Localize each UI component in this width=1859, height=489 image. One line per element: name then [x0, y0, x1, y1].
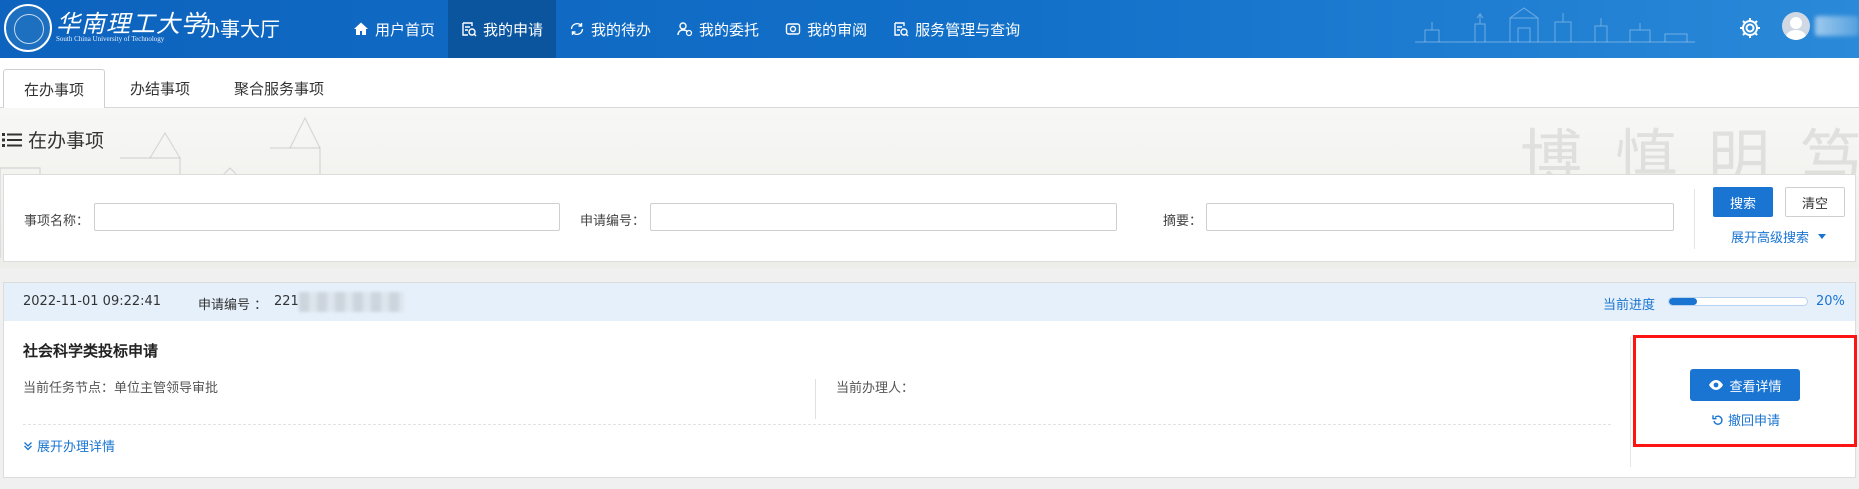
- action-divider: [1630, 337, 1631, 467]
- expand-details-toggle[interactable]: 展开办理详情: [23, 436, 115, 455]
- view-details-button[interactable]: 查看详情: [1690, 369, 1800, 401]
- nav-label: 我的审阅: [807, 20, 868, 39]
- application-number-label: 申请编号：: [580, 214, 646, 229]
- caret-down-icon: [1818, 234, 1827, 239]
- home-icon: [354, 22, 368, 35]
- undo-icon: [1712, 414, 1723, 425]
- progress-percent: 20%: [1816, 294, 1845, 309]
- review-icon: [785, 23, 801, 35]
- nav-label: 我的委托: [699, 20, 760, 39]
- current-handler: 当前办理人：: [836, 381, 915, 396]
- todo-icon: [570, 22, 584, 36]
- application-number-input[interactable]: [650, 203, 1117, 231]
- search-button[interactable]: 搜索: [1713, 187, 1773, 217]
- nav-item-my-delegations[interactable]: 我的委托: [664, 0, 772, 58]
- application-datetime: 2022-11-01 09:22:41: [23, 294, 162, 309]
- search-divider: [1694, 189, 1695, 249]
- user-avatar-icon[interactable]: [1782, 12, 1810, 40]
- progress-bar: [1668, 297, 1808, 306]
- nav-label: 我的申请: [483, 20, 544, 39]
- top-header: 华南理工大学 South China University of Technol…: [0, 0, 1859, 58]
- withdraw-application-link[interactable]: 撤回申请: [1712, 410, 1780, 429]
- current-task-node: 当前任务节点：单位主管领导审批: [23, 381, 219, 396]
- application-number-value: 221: [274, 294, 299, 309]
- item-name-label: 事项名称：: [24, 214, 90, 229]
- application-title: 社会科学类投标申请: [23, 342, 159, 360]
- nav-item-my-todo[interactable]: 我的待办: [556, 0, 664, 58]
- double-chevron-down-icon: [24, 441, 32, 450]
- section-title: 在办事项: [2, 126, 104, 153]
- gear-icon[interactable]: [1738, 16, 1762, 40]
- application-icon: [462, 22, 477, 37]
- list-icon: [2, 132, 22, 147]
- main-nav: 用户首页 我的申请 我的待办 我的委托 我的审阅 服务管理与查询: [340, 0, 1033, 58]
- portal-title: 办事大厅: [200, 17, 280, 41]
- university-english-name: South China University of Technology: [56, 35, 165, 43]
- item-name-input[interactable]: [94, 203, 560, 231]
- application-number-label: 申请编号 ：: [198, 298, 268, 313]
- university-seal-logo: [4, 4, 52, 52]
- clear-button[interactable]: 清空: [1785, 187, 1845, 217]
- title-separator: ·: [184, 10, 191, 35]
- nav-label: 我的待办: [591, 20, 652, 39]
- application-card: 2022-11-01 09:22:41 申请编号 ： 221 当前进度 20% …: [3, 282, 1856, 478]
- nav-item-my-reviews[interactable]: 我的审阅: [772, 0, 880, 58]
- expand-details-label: 展开办理详情: [37, 440, 116, 455]
- summary-input[interactable]: [1206, 203, 1674, 231]
- delegate-icon: [677, 22, 693, 37]
- nav-item-my-applications[interactable]: 我的申请: [448, 0, 557, 58]
- advanced-search-toggle[interactable]: 展开高级搜索: [1731, 227, 1827, 246]
- advanced-search-label: 展开高级搜索: [1731, 231, 1810, 246]
- user-name-redacted[interactable]: [1815, 16, 1859, 36]
- service-query-icon: [894, 22, 909, 37]
- nav-label: 服务管理与查询: [915, 20, 1021, 39]
- card-header: 2022-11-01 09:22:41 申请编号 ： 221 当前进度 20%: [4, 283, 1855, 321]
- view-details-label: 查看详情: [1729, 379, 1782, 395]
- nav-item-service-management[interactable]: 服务管理与查询: [880, 0, 1033, 58]
- eye-icon: [1709, 380, 1724, 390]
- section-title-text: 在办事项: [28, 130, 105, 152]
- application-number-redacted: [299, 292, 404, 312]
- tab-bar: 在办事项 办结事项 聚合服务事项: [0, 58, 1859, 109]
- campus-gate-illustration: [1415, 7, 1695, 43]
- card-separator: [23, 424, 1611, 425]
- nav-item-home[interactable]: 用户首页: [340, 0, 448, 58]
- tab-in-progress[interactable]: 在办事项: [3, 69, 106, 109]
- tab-aggregated-services[interactable]: 聚合服务事项: [214, 69, 344, 108]
- tab-completed[interactable]: 办结事项: [110, 69, 210, 108]
- withdraw-application-label: 撤回申请: [1728, 414, 1781, 429]
- summary-label: 摘要：: [1163, 214, 1203, 229]
- progress-label: 当前进度: [1603, 298, 1656, 313]
- info-divider: [815, 379, 816, 419]
- search-panel: 事项名称： 申请编号： 摘要： 搜索 清空 展开高级搜索: [3, 174, 1856, 262]
- nav-label: 用户首页: [375, 20, 436, 39]
- progress-bar-fill: [1669, 298, 1697, 305]
